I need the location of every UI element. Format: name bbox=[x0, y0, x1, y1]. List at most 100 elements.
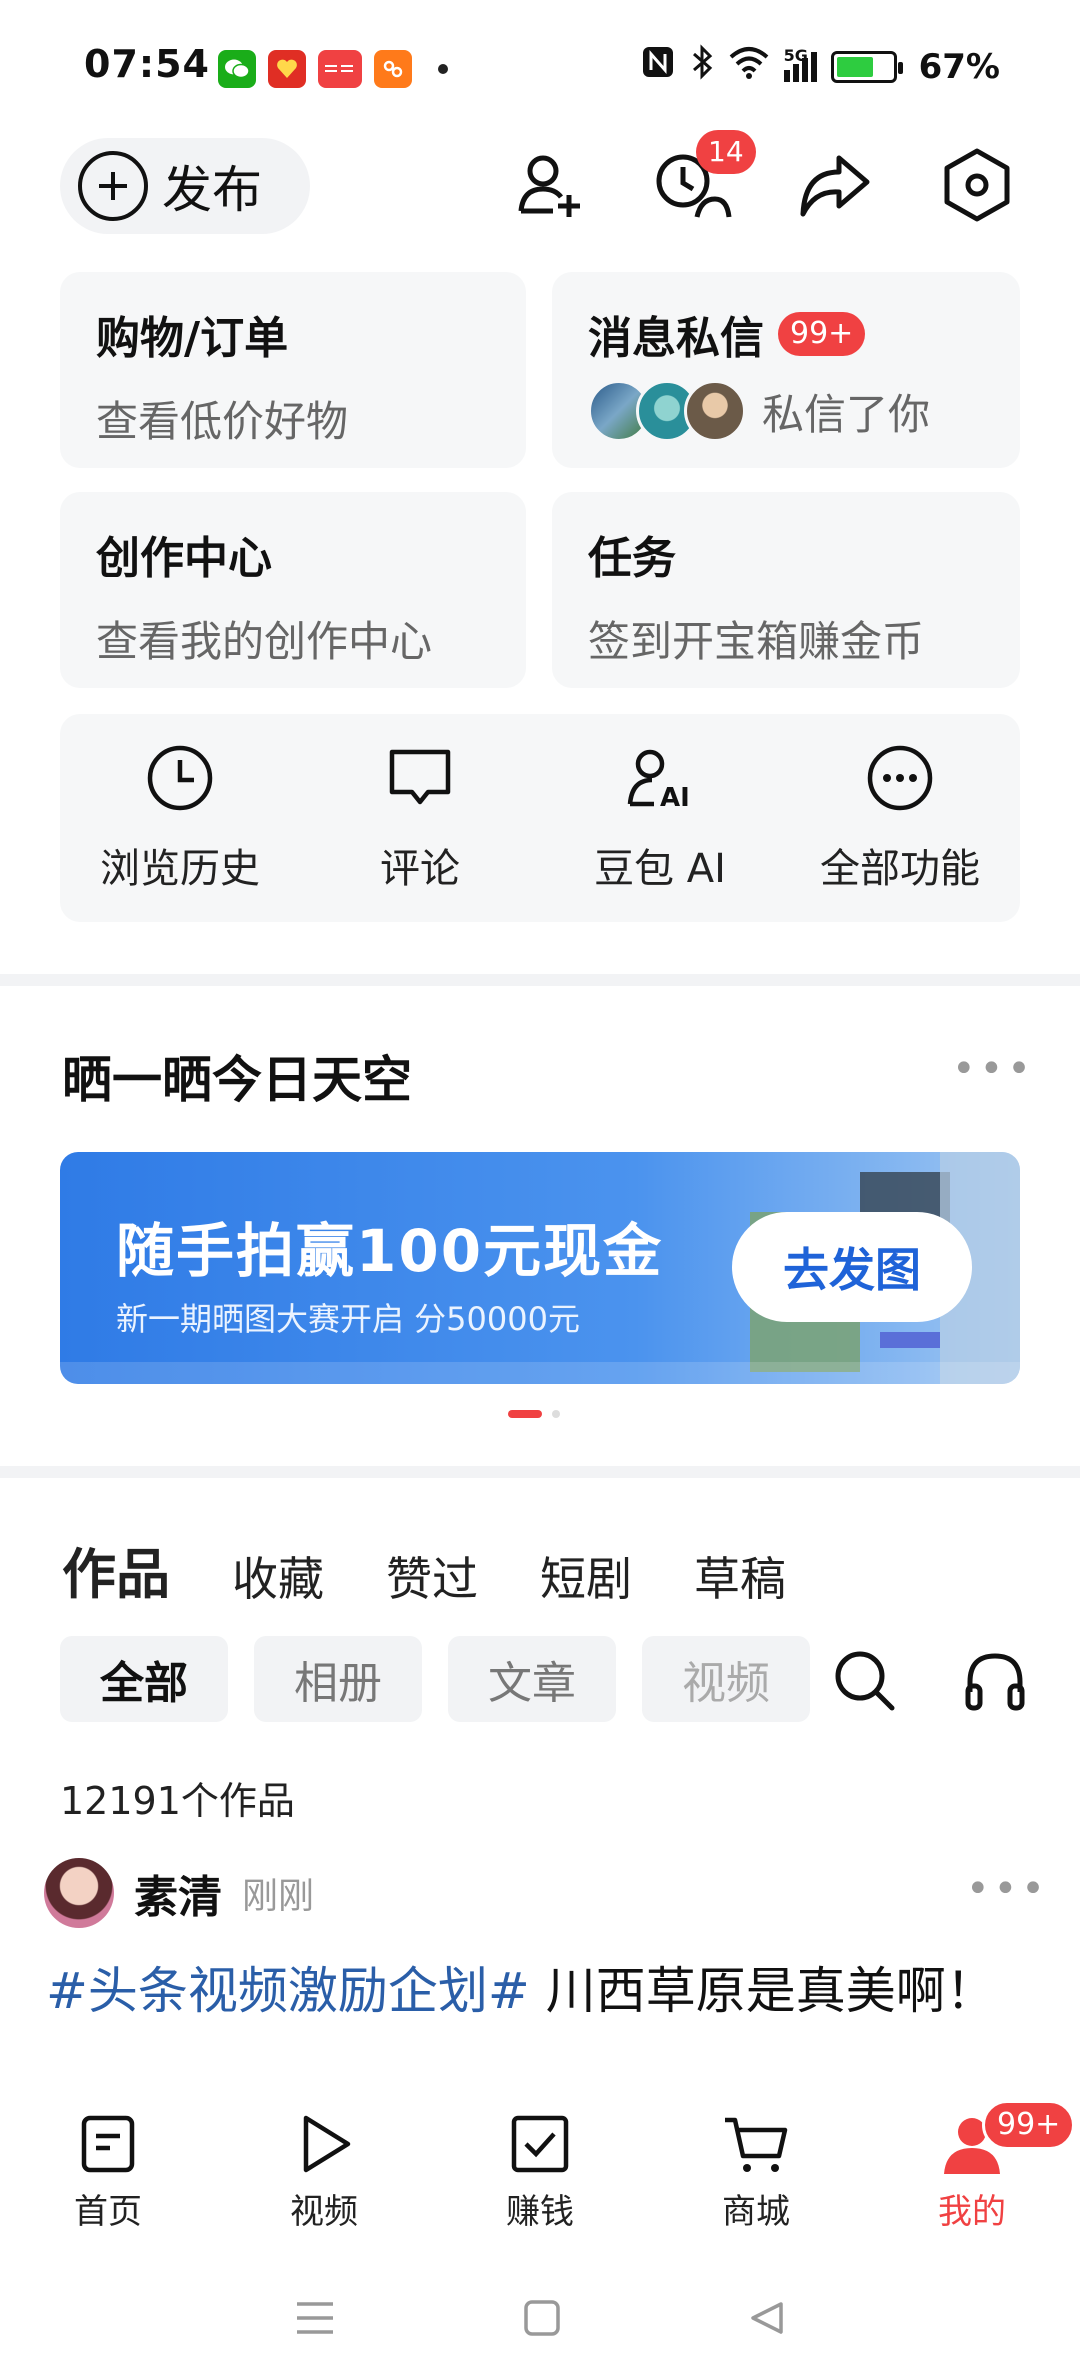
home-system-button[interactable] bbox=[522, 2298, 562, 2342]
ai-assistant-icon: AI bbox=[627, 749, 690, 813]
chip-all[interactable]: 全部 bbox=[60, 1636, 228, 1722]
profile-badge: 99+ bbox=[982, 2100, 1076, 2150]
nav-label: 视频 bbox=[290, 2192, 358, 2232]
messages-title: 消息私信 bbox=[588, 313, 764, 364]
comment-icon bbox=[389, 749, 451, 805]
section-divider bbox=[0, 1466, 1080, 1478]
tab-drafts[interactable]: 草稿 bbox=[694, 1543, 786, 1609]
creator-center-card[interactable]: 创作中心 查看我的创作中心 bbox=[60, 492, 526, 688]
search-icon bbox=[835, 1651, 895, 1711]
post-text[interactable]: #头条视频激励企划# 川西草原是真美啊！ bbox=[46, 1956, 1006, 2026]
tab-liked[interactable]: 赞过 bbox=[386, 1543, 478, 1609]
shopping-subtitle: 查看低价好物 bbox=[96, 397, 349, 446]
messages-card[interactable]: 消息私信 99+ 私信了你 bbox=[552, 272, 1020, 468]
pager-dot bbox=[552, 1410, 560, 1418]
quick-action-label: 全部功能 bbox=[820, 846, 980, 892]
sky-section-title: 晒一晒今日天空 bbox=[62, 1051, 412, 1109]
post-author-row: 素清 刚刚 bbox=[44, 1858, 314, 1928]
content-tabs: 作品 收藏 赞过 短剧 草稿 bbox=[62, 1530, 786, 1609]
pager-dot-active bbox=[508, 1410, 542, 1418]
share-button[interactable] bbox=[790, 140, 880, 230]
status-time: 07:54 bbox=[84, 42, 210, 86]
listen-button[interactable] bbox=[960, 1646, 1030, 1716]
add-user-icon bbox=[518, 155, 580, 217]
shopping-orders-card[interactable]: 购物/订单 查看低价好物 bbox=[60, 272, 526, 468]
tasks-subtitle: 签到开宝箱赚金币 bbox=[588, 617, 925, 666]
network-type: 5G bbox=[783, 45, 808, 65]
nav-label: 赚钱 bbox=[506, 2192, 574, 2232]
post-body: 川西草原是真美啊！ bbox=[529, 1962, 996, 2020]
quick-action-doubao-ai[interactable]: AI 豆包 AI bbox=[540, 714, 780, 922]
notification-icons bbox=[218, 50, 448, 88]
banner-subtitle: 新一期晒图大赛开启 分50000元 bbox=[116, 1300, 580, 1338]
cart-icon bbox=[725, 2117, 788, 2172]
quick-action-history[interactable]: 浏览历史 bbox=[60, 714, 300, 922]
square-home-icon bbox=[524, 2300, 560, 2336]
publish-button[interactable]: 发布 bbox=[60, 138, 310, 234]
more-notifications-dot bbox=[438, 64, 448, 74]
nfc-icon bbox=[640, 44, 676, 89]
post-hashtag[interactable]: #头条视频激励企划# bbox=[46, 1962, 530, 2020]
recent-apps-button[interactable] bbox=[293, 2298, 337, 2342]
sky-contest-banner[interactable]: 随手拍赢100元现金 新一期晒图大赛开启 分50000元 去发图 bbox=[60, 1152, 1020, 1384]
more-icon bbox=[867, 745, 933, 811]
quick-action-label: 浏览历史 bbox=[100, 846, 260, 892]
bluetooth-icon bbox=[690, 44, 714, 89]
banner-pager bbox=[508, 1410, 560, 1418]
nav-mall[interactable]: 商城 bbox=[648, 2096, 864, 2266]
quick-action-comments[interactable]: 评论 bbox=[300, 714, 540, 922]
nav-label: 商城 bbox=[722, 2192, 790, 2232]
tab-short-drama[interactable]: 短剧 bbox=[540, 1543, 632, 1609]
visitor-history-button[interactable]: 14 bbox=[648, 130, 756, 230]
wifi-icon bbox=[728, 45, 770, 88]
nav-me[interactable]: 我的 99+ bbox=[864, 2096, 1080, 2266]
settings-button[interactable] bbox=[932, 140, 1022, 230]
creator-subtitle: 查看我的创作中心 bbox=[96, 617, 433, 666]
messages-badge: 99+ bbox=[778, 312, 866, 356]
add-friend-button[interactable] bbox=[506, 140, 596, 230]
nav-earn[interactable]: 赚钱 bbox=[432, 2096, 648, 2266]
tab-favorites[interactable]: 收藏 bbox=[232, 1543, 324, 1609]
nav-video[interactable]: 视频 bbox=[216, 2096, 432, 2266]
quick-action-all-features[interactable]: 全部功能 bbox=[780, 714, 1020, 922]
quick-action-label: 评论 bbox=[380, 846, 460, 892]
post-time: 刚刚 bbox=[242, 1876, 315, 1917]
app-notification-icon bbox=[374, 50, 412, 88]
nav-label: 我的 bbox=[938, 2192, 1006, 2232]
back-button[interactable] bbox=[747, 2298, 787, 2342]
settings-hexagon-icon bbox=[944, 148, 1010, 222]
quick-action-label: 豆包 AI bbox=[594, 846, 726, 892]
filter-chips: 全部 相册 文章 视频 bbox=[60, 1636, 810, 1722]
chip-articles[interactable]: 文章 bbox=[448, 1636, 616, 1722]
message-avatars bbox=[588, 380, 746, 442]
publish-label: 发布 bbox=[162, 161, 262, 219]
quick-actions: 浏览历史 评论 AI 豆包 AI 全部功能 bbox=[60, 714, 1020, 922]
chip-albums[interactable]: 相册 bbox=[254, 1636, 422, 1722]
avatar bbox=[684, 380, 746, 442]
battery-fill bbox=[836, 56, 873, 77]
author-name[interactable]: 素清 bbox=[134, 1861, 222, 1925]
tasks-card[interactable]: 任务 签到开宝箱赚金币 bbox=[552, 492, 1020, 688]
nav-home[interactable]: 首页 bbox=[0, 2096, 216, 2266]
pinduoduo-icon bbox=[268, 50, 306, 88]
chip-videos[interactable]: 视频 bbox=[642, 1636, 810, 1722]
creator-title: 创作中心 bbox=[96, 533, 272, 584]
messages-title-row: 消息私信 99+ bbox=[588, 302, 984, 366]
clock-icon bbox=[147, 745, 213, 811]
signal-icon: 5G bbox=[783, 46, 817, 82]
video-play-icon bbox=[303, 2115, 351, 2173]
post-photo-button[interactable]: 去发图 bbox=[732, 1212, 972, 1322]
tasks-title: 任务 bbox=[588, 533, 676, 584]
banner-title: 随手拍赢100元现金 bbox=[116, 1217, 664, 1285]
messages-subtitle: 私信了你 bbox=[762, 389, 931, 439]
avatar[interactable] bbox=[44, 1858, 114, 1928]
system-icons: 5G 67% bbox=[640, 44, 1000, 89]
headphones-icon bbox=[965, 1653, 1025, 1711]
battery-percent: 67% bbox=[918, 46, 1000, 87]
post-more-button[interactable]: ••• bbox=[966, 1866, 1049, 1912]
search-button[interactable] bbox=[830, 1646, 900, 1716]
works-count: 12191个作品 bbox=[60, 1779, 295, 1823]
sky-section-more-button[interactable]: ••• bbox=[952, 1046, 1035, 1092]
shopping-title: 购物/订单 bbox=[96, 313, 289, 364]
tab-works[interactable]: 作品 bbox=[62, 1530, 170, 1609]
